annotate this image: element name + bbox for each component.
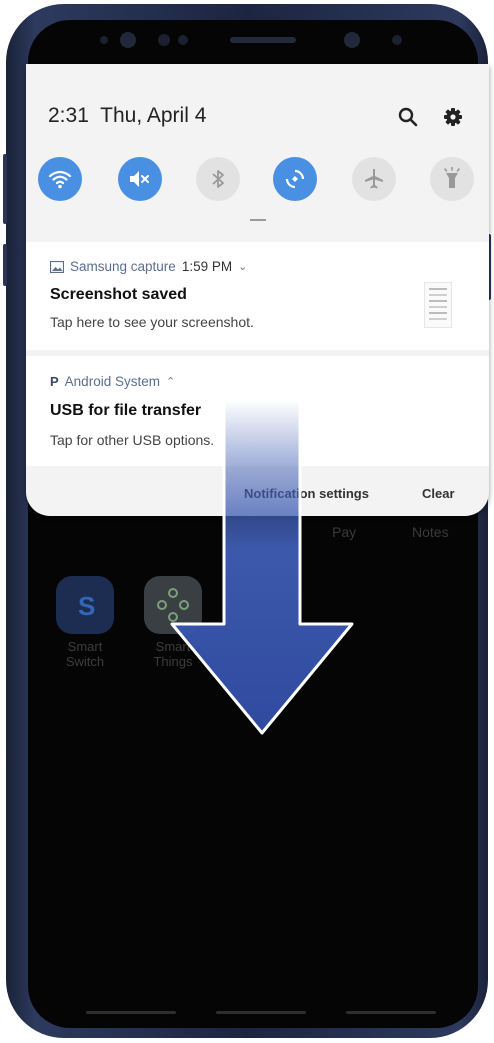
bixby-button — [3, 244, 7, 286]
wifi-icon — [48, 170, 72, 189]
auto-rotate-toggle[interactable] — [273, 157, 317, 201]
speaker-mute-icon — [130, 171, 149, 187]
notification-app-name: Samsung capture — [70, 259, 176, 274]
iris-scanner — [120, 32, 136, 48]
bluetooth-icon — [212, 170, 224, 188]
clock-time: 2:31 — [48, 104, 89, 127]
stage: Pay Notes S Smart Switch Smart Things 2:… — [0, 0, 494, 1043]
panel-drag-handle[interactable] — [250, 219, 266, 221]
smart-switch-icon[interactable]: S — [56, 576, 114, 634]
status-clock: 2:31 Thu, April 4 — [48, 104, 206, 128]
nav-bar-recents[interactable] — [86, 1011, 176, 1014]
nav-bar-back[interactable] — [346, 1011, 436, 1014]
home-app-label: Smart Things — [136, 639, 210, 669]
nav-bar-home[interactable] — [216, 1011, 306, 1014]
notification-settings-button[interactable]: Notification settings — [244, 486, 369, 501]
app-label-line: Switch — [65, 654, 105, 669]
app-label-line: Things — [153, 654, 193, 669]
search-icon[interactable] — [397, 106, 419, 128]
sensor-dot — [100, 36, 108, 44]
notification-panel: 2:31 Thu, April 4 Samsung capture 1:59 P… — [26, 64, 489, 516]
notification-card-usb[interactable]: P Android System ⌃ USB for file transfer… — [26, 356, 489, 466]
sensor-dot — [178, 35, 188, 45]
notification-time: 1:59 PM — [181, 259, 233, 274]
airplane-icon — [365, 169, 383, 189]
notification-body: Tap for other USB options. — [50, 432, 215, 448]
android-system-icon: P — [50, 374, 59, 389]
clock-date: Thu, April 4 — [100, 104, 207, 127]
volume-button — [3, 154, 7, 224]
sensor-dot — [158, 34, 170, 46]
app-label-line: Smart — [67, 639, 103, 654]
front-camera — [344, 32, 360, 48]
clear-notifications-button[interactable]: Clear — [422, 486, 455, 501]
bluetooth-toggle[interactable] — [196, 157, 240, 201]
home-app-label: Smart Switch — [48, 639, 122, 669]
image-icon — [50, 260, 64, 273]
chevron-up-icon[interactable]: ⌃ — [166, 375, 175, 388]
airplane-mode-toggle[interactable] — [352, 157, 396, 201]
notification-body: Tap here to see your screenshot. — [50, 314, 254, 330]
notification-app-name: Android System — [64, 374, 160, 389]
app-label-line: Smart — [155, 639, 191, 654]
notification-header: P Android System ⌃ — [50, 374, 175, 389]
notification-header: Samsung capture 1:59 PM ⌄ — [50, 259, 247, 274]
smartthings-icon[interactable] — [144, 576, 202, 634]
chevron-down-icon[interactable]: ⌄ — [238, 260, 247, 273]
gear-icon[interactable] — [442, 106, 464, 128]
home-app-label-notes: Notes — [412, 524, 449, 540]
home-app-label-pay: Pay — [332, 524, 357, 540]
notification-title: USB for file transfer — [50, 402, 202, 419]
flashlight-icon — [444, 167, 460, 188]
svg-text:S: S — [78, 591, 95, 621]
sensor-dot — [392, 35, 402, 45]
sound-mute-toggle[interactable] — [118, 157, 162, 201]
notification-card-screenshot[interactable]: Samsung capture 1:59 PM ⌄ Screenshot sav… — [26, 242, 489, 350]
earpiece-speaker — [230, 37, 296, 43]
wifi-toggle[interactable] — [38, 157, 82, 201]
flashlight-toggle[interactable] — [430, 157, 474, 201]
notification-title: Screenshot saved — [50, 286, 187, 303]
auto-rotate-icon — [285, 169, 305, 189]
screenshot-thumbnail — [424, 282, 452, 328]
